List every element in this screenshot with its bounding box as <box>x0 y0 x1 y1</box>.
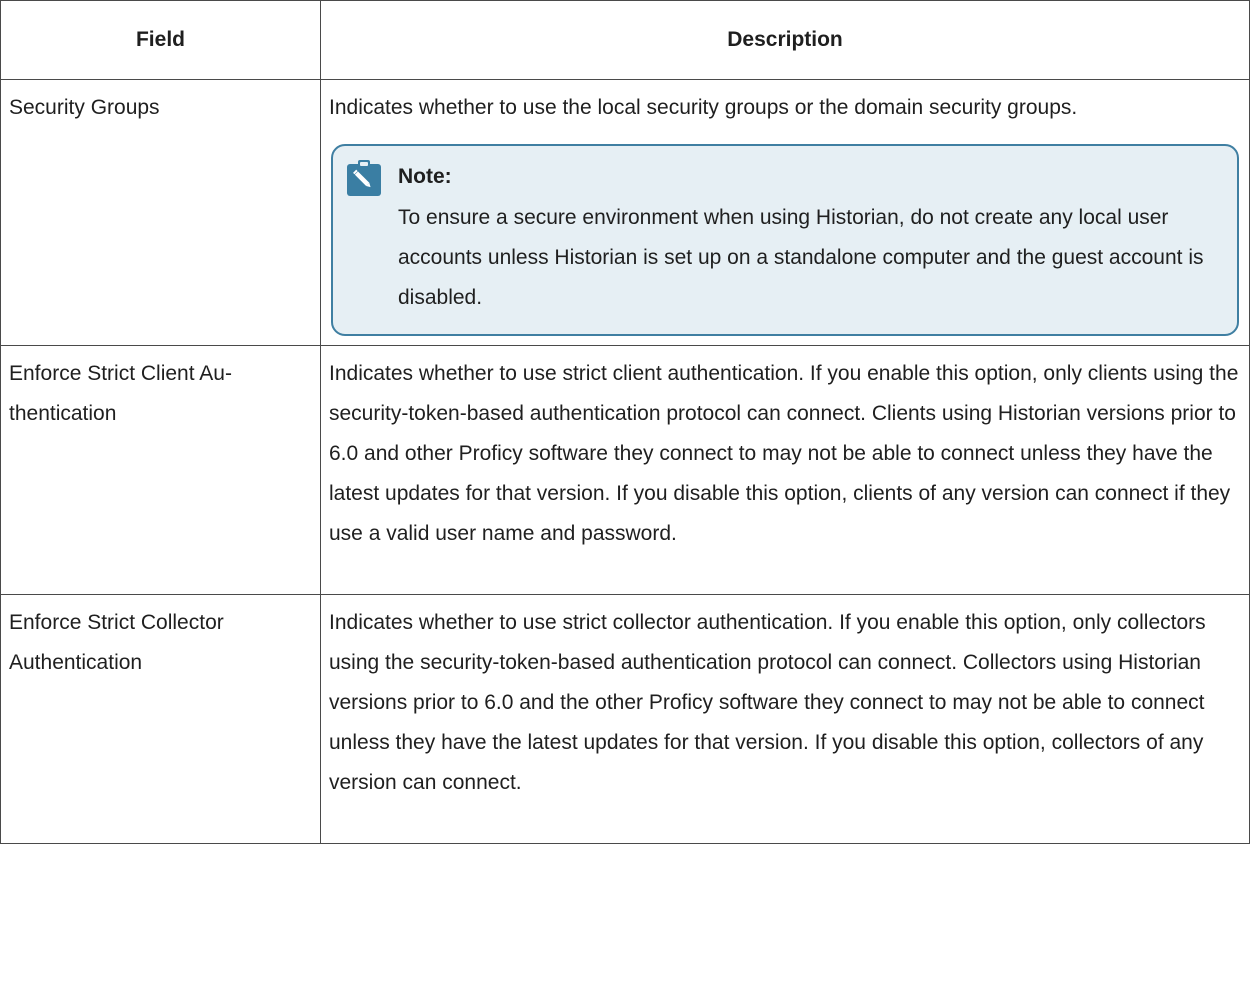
table-header-row: Field Description <box>0 0 1250 80</box>
table-row: Enforce Strict Client Au­thentication In… <box>0 345 1250 595</box>
header-field: Field <box>0 0 321 80</box>
table-row: Security Groups Indicates whether to use… <box>0 79 1250 346</box>
field-cell: Enforce Strict Collector Authentication <box>0 594 321 844</box>
settings-description-table: Field Description Security Groups Indica… <box>0 0 1250 844</box>
field-name: Enforce Strict Client Au­thentication <box>9 362 232 425</box>
field-name: Security Groups <box>9 96 160 119</box>
note-callout: Note: To ensure a secure environment whe… <box>331 144 1239 336</box>
description-cell: Indicates whether to use strict client a… <box>320 345 1250 595</box>
description-cell: Indicates whether to use strict collecto… <box>320 594 1250 844</box>
description-text: Indicates whether to use strict client a… <box>329 362 1239 545</box>
description-text: Indicates whether to use strict collecto… <box>329 611 1206 794</box>
pencil-note-icon <box>347 160 381 196</box>
field-cell: Enforce Strict Client Au­thentication <box>0 345 321 595</box>
description-text: Indicates whether to use the local secur… <box>329 96 1078 119</box>
field-name: Enforce Strict Collector Authentication <box>9 611 224 674</box>
header-description: Description <box>320 0 1250 80</box>
field-cell: Security Groups <box>0 79 321 346</box>
note-heading: Note: <box>398 165 452 188</box>
description-cell: Indicates whether to use the local secur… <box>320 79 1250 346</box>
note-body: To ensure a secure environment when usin… <box>398 206 1204 309</box>
table-row: Enforce Strict Collector Authentication … <box>0 594 1250 844</box>
